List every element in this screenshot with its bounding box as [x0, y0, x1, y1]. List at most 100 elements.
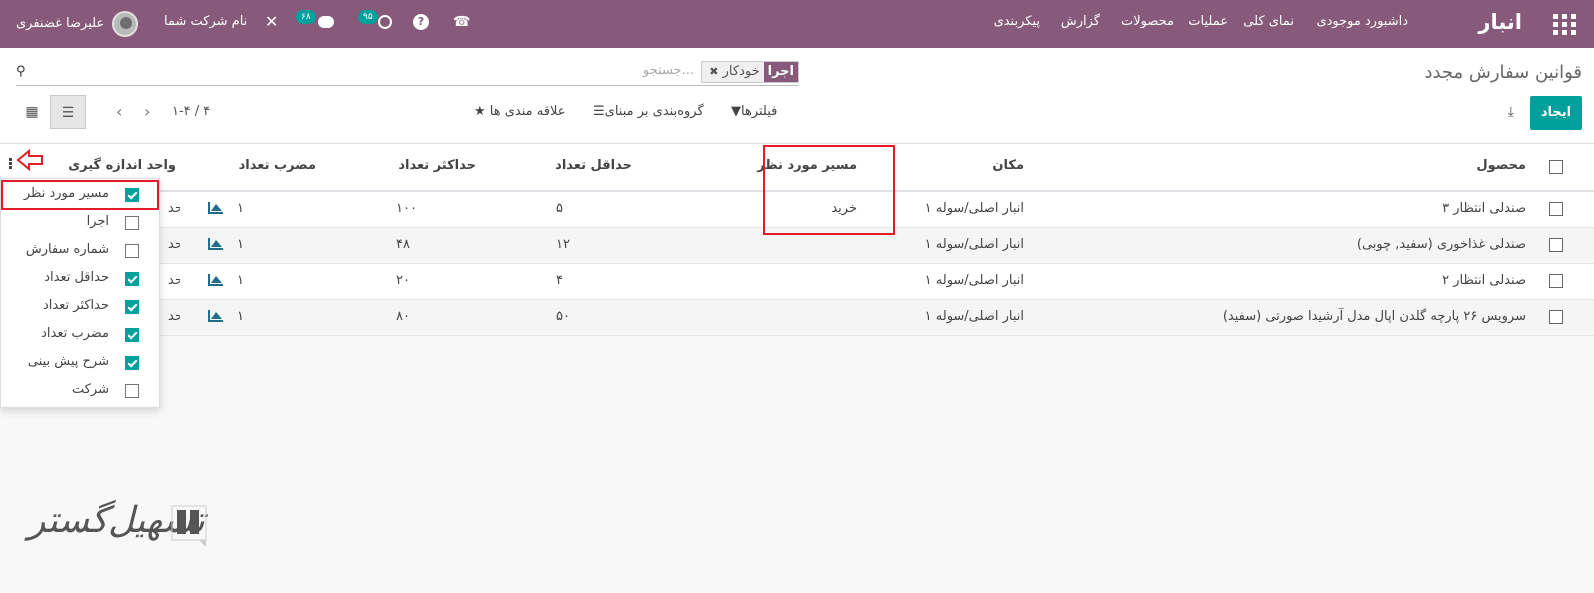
col-product[interactable]: محصول	[1476, 158, 1526, 173]
list-view-button[interactable]: ☰	[50, 95, 86, 129]
column-checkbox[interactable]	[125, 300, 139, 314]
company-switcher[interactable]: نام شرکت شما	[164, 0, 247, 48]
cell-product: صندلی انتظار ۳	[1442, 201, 1526, 216]
help-icon[interactable]: ?	[413, 0, 429, 48]
select-all-checkbox[interactable]	[1549, 160, 1563, 174]
apps-menu-icon[interactable]	[1550, 0, 1576, 48]
optional-column-trigger[interactable]: اجرا	[1, 209, 159, 236]
cell-qty-multiple: ۱	[237, 201, 244, 216]
cell-location: انبار اصلی/سوله ۱	[924, 237, 1024, 252]
cell-product: صندلی انتظار ۲	[1442, 273, 1526, 288]
cell-min-qty: ۱۲	[556, 237, 570, 252]
menu-inventory-dashboard[interactable]: داشبورد موجودی	[1316, 0, 1408, 48]
row-checkbox[interactable]	[1549, 310, 1563, 324]
column-checkbox[interactable]	[125, 328, 139, 342]
favorites-dropdown[interactable]: ★ علاقه مندی ها	[474, 104, 565, 119]
debug-tools-icon[interactable]: ✕	[265, 0, 278, 48]
col-min-qty[interactable]: حداقل تعداد	[555, 158, 632, 173]
column-checkbox[interactable]	[125, 356, 139, 370]
optional-column-company[interactable]: شرکت	[1, 377, 159, 404]
user-menu[interactable]: علیرضا غضنفری	[16, 0, 139, 48]
route-option-highlight	[1, 180, 159, 210]
optional-column-max-qty[interactable]: حداکثر تعداد	[1, 293, 159, 320]
cell-product: صندلی غذاخوری (سفید, چوبی)	[1356, 237, 1526, 252]
search-icon[interactable]: ⚲	[16, 64, 26, 79]
column-checkbox[interactable]	[125, 244, 139, 258]
cell-qty-multiple: ۱	[237, 237, 244, 252]
optional-column-forecast[interactable]: شرح پیش بینی	[1, 349, 159, 376]
messages-count-badge: ۶۸	[296, 10, 316, 24]
cell-max-qty: ۱۰۰	[396, 201, 417, 216]
list-icon: ☰	[593, 104, 605, 119]
menu-overview[interactable]: نمای کلی	[1243, 0, 1294, 48]
cell-qty-multiple: ۱	[237, 309, 244, 324]
optional-column-min-qty[interactable]: حداقل تعداد	[1, 265, 159, 292]
col-uom[interactable]: واحد اندازه گیری	[68, 158, 176, 173]
pager-prev-icon[interactable]: ‹	[116, 102, 122, 121]
star-icon: ★	[474, 104, 486, 119]
top-navbar: انبار داشبورد موجودی نمای کلی عملیات محص…	[0, 0, 1594, 48]
menu-configuration[interactable]: پیکربندی	[994, 0, 1040, 48]
row-checkbox[interactable]	[1549, 274, 1563, 288]
app-brand[interactable]: انبار	[1478, 0, 1522, 48]
route-column-highlight	[763, 145, 895, 235]
phone-icon[interactable]: ☎	[453, 0, 470, 48]
kanban-view-button[interactable]: ▦	[14, 95, 50, 129]
groupby-dropdown[interactable]: ☰گروه‌بندی بر مبنای	[593, 104, 704, 119]
table-row[interactable]: سرویس ۲۶ پارچه گلدن اپال مدل آرشیدا صورت…	[0, 300, 1594, 336]
watermark-emblem-icon	[171, 505, 207, 547]
menu-reporting[interactable]: گزارش	[1061, 0, 1100, 48]
row-checkbox[interactable]	[1549, 238, 1563, 252]
activity-count-badge: ۹۵	[358, 10, 378, 24]
user-avatar	[112, 11, 139, 37]
column-checkbox[interactable]	[125, 384, 139, 398]
pointer-arrow-icon	[16, 149, 43, 171]
cell-location: انبار اصلی/سوله ۱	[924, 309, 1024, 324]
cell-min-qty: ۵	[556, 201, 563, 216]
optional-columns-dropdown: مسیر مورد نظر اجرا شماره سفارش حداقل تعد…	[0, 178, 160, 408]
cell-qty-multiple: ۱	[237, 273, 244, 288]
forecast-chart-icon[interactable]	[208, 274, 223, 286]
cell-min-qty: ۴	[556, 273, 563, 288]
watermark-logo: تسهیل‌گستر	[28, 496, 210, 556]
facet-label: اجرا	[763, 62, 798, 82]
search-facet: ✖ خودکار اجرا	[701, 61, 799, 83]
column-checkbox[interactable]	[125, 272, 139, 286]
search-bar[interactable]: ⚲ جستجو... ✖ خودکار اجرا	[16, 60, 799, 86]
menu-operations[interactable]: عملیات	[1188, 0, 1228, 48]
column-checkbox[interactable]	[125, 216, 139, 230]
forecast-chart-icon[interactable]	[208, 310, 223, 322]
col-location[interactable]: مکان	[992, 158, 1024, 173]
cell-uom: واحد	[168, 309, 180, 324]
menu-products[interactable]: محصولات	[1121, 0, 1174, 48]
activity-clock-icon[interactable]	[378, 0, 392, 48]
cell-product: سرویس ۲۶ پارچه گلدن اپال مدل آرشیدا صورت…	[1222, 309, 1526, 324]
cell-max-qty: ۲۰	[396, 273, 410, 288]
optional-columns-toggle-icon[interactable]	[9, 158, 12, 170]
cell-uom: واحد	[168, 237, 180, 252]
pager-next-icon[interactable]: ›	[144, 102, 150, 121]
col-qty-multiple[interactable]: مضرب تعداد	[239, 158, 316, 173]
cell-location: انبار اصلی/سوله ۱	[924, 273, 1024, 288]
table-row[interactable]: صندلی انتظار ۲ انبار اصلی/سوله ۱ ۴ ۲۰ ۱ …	[0, 264, 1594, 300]
download-icon[interactable]: ⤓	[1508, 104, 1514, 120]
page-title: قوانین سفارش مجدد	[1424, 62, 1582, 83]
row-checkbox[interactable]	[1549, 202, 1563, 216]
pager-value[interactable]: ۱-۴ / ۴	[172, 104, 210, 119]
cell-max-qty: ۴۸	[396, 237, 410, 252]
cell-min-qty: ۵۰	[556, 309, 570, 324]
forecast-chart-icon[interactable]	[208, 238, 223, 250]
col-max-qty[interactable]: حداکثر تعداد	[398, 158, 476, 173]
filters-dropdown[interactable]: ▼فیلترها	[731, 104, 777, 119]
control-panel: قوانین سفارش مجدد ⚲ جستجو... ✖ خودکار اج…	[0, 48, 1594, 144]
create-button[interactable]: ایجاد	[1530, 96, 1582, 130]
chat-icon[interactable]	[318, 0, 334, 48]
facet-remove-icon[interactable]: ✖	[709, 65, 718, 78]
facet-value: ✖ خودکار	[702, 62, 764, 82]
cell-location: انبار اصلی/سوله ۱	[924, 201, 1024, 216]
cell-max-qty: ۸۰	[396, 309, 410, 324]
optional-column-qty-multiple[interactable]: مضرب تعداد	[1, 321, 159, 348]
forecast-chart-icon[interactable]	[208, 202, 223, 214]
search-input[interactable]: جستجو...	[643, 63, 694, 78]
optional-column-order-number[interactable]: شماره سفارش	[1, 237, 159, 264]
